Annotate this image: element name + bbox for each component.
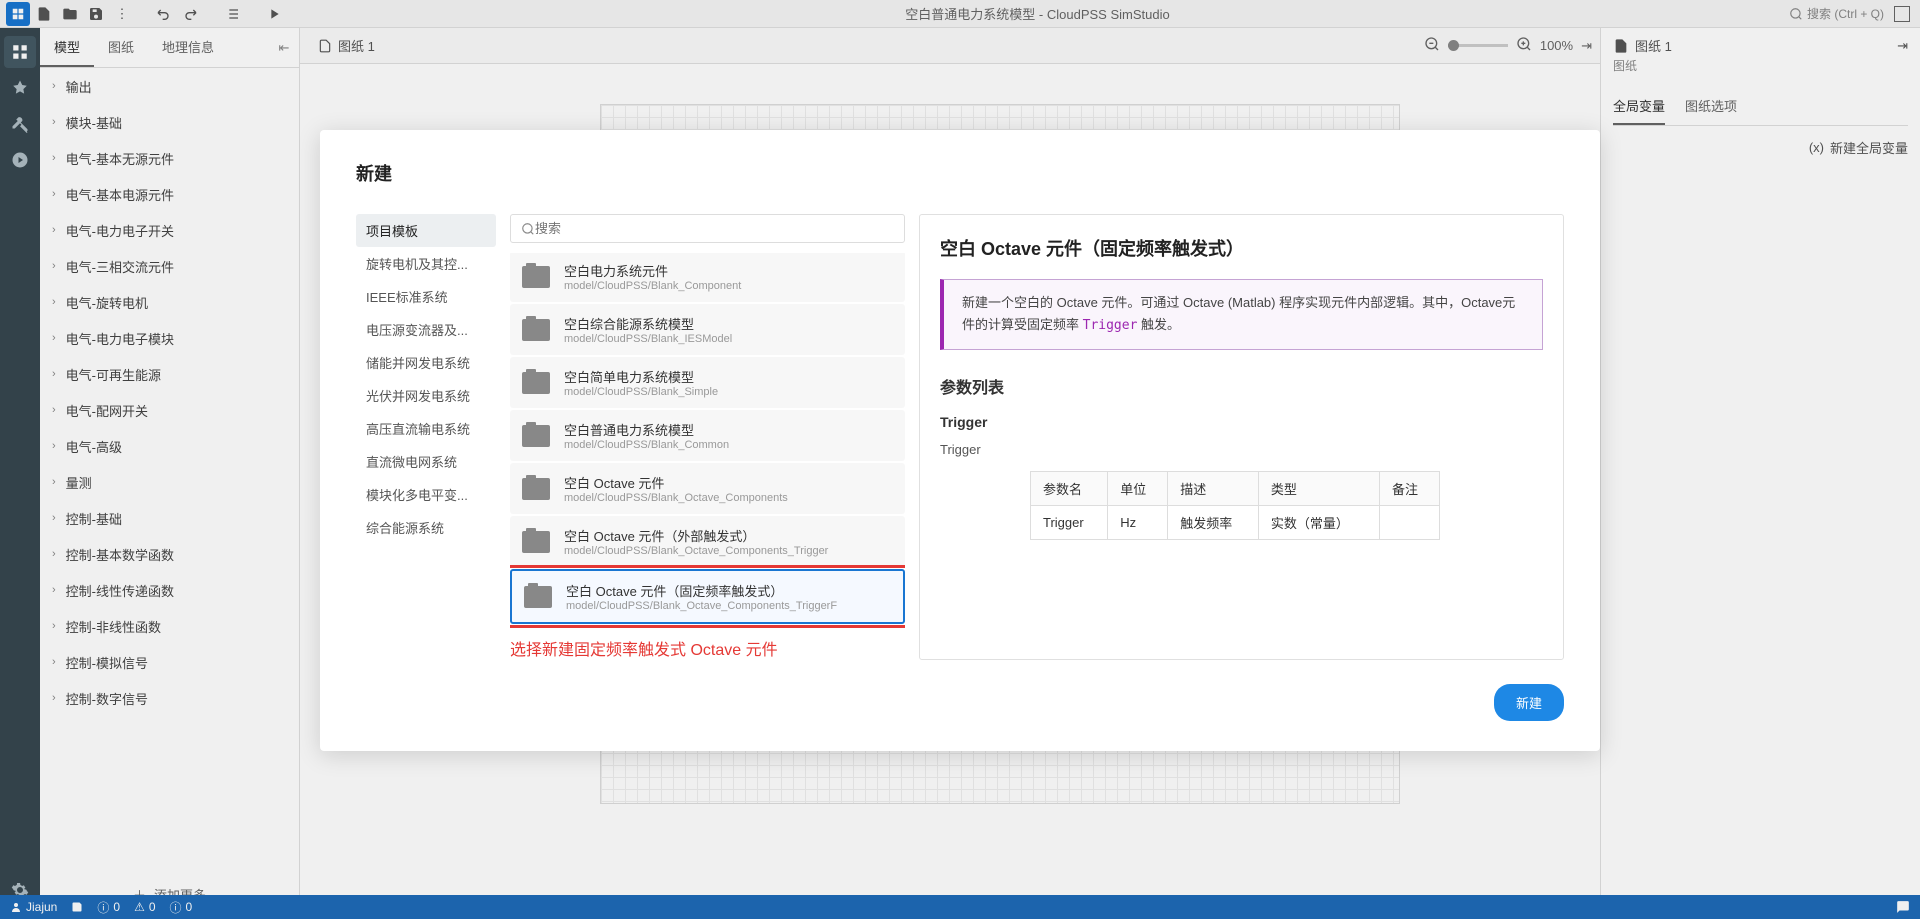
template-category[interactable]: 高压直流输电系统	[356, 412, 496, 445]
template-item[interactable]: 空白普通电力系统模型model/CloudPSS/Blank_Common	[510, 410, 905, 461]
template-category[interactable]: 旋转电机及其控...	[356, 247, 496, 280]
briefcase-icon	[522, 425, 550, 447]
modal-overlay[interactable]: 新建 项目模板旋转电机及其控...IEEE标准系统电压源变流器及...储能并网发…	[0, 0, 1920, 919]
template-category-list: 项目模板旋转电机及其控...IEEE标准系统电压源变流器及...储能并网发电系统…	[356, 214, 496, 660]
detail-note: 新建一个空白的 Octave 元件。可通过 Octave (Matlab) 程序…	[940, 279, 1543, 350]
template-category[interactable]: 模块化多电平变...	[356, 478, 496, 511]
confirm-new-button[interactable]: 新建	[1494, 684, 1564, 721]
briefcase-icon	[522, 266, 550, 288]
template-item[interactable]: 空白电力系统元件model/CloudPSS/Blank_Component	[510, 253, 905, 302]
template-item[interactable]: 空白简单电力系统模型model/CloudPSS/Blank_Simple	[510, 357, 905, 408]
template-item[interactable]: 空白综合能源系统模型model/CloudPSS/Blank_IESModel	[510, 304, 905, 355]
briefcase-icon	[524, 586, 552, 608]
modal-title: 新建	[356, 160, 1564, 186]
detail-title: 空白 Octave 元件（固定频率触发式）	[940, 235, 1543, 261]
template-category[interactable]: 综合能源系统	[356, 511, 496, 544]
template-category[interactable]: 项目模板	[356, 214, 496, 247]
new-dialog: 新建 项目模板旋转电机及其控...IEEE标准系统电压源变流器及...储能并网发…	[320, 130, 1600, 751]
template-category[interactable]: 光伏并网发电系统	[356, 379, 496, 412]
annotation-text: 选择新建固定频率触发式 Octave 元件	[510, 636, 905, 660]
detail-param-label: Trigger	[940, 442, 1543, 457]
briefcase-icon	[522, 478, 550, 500]
template-search[interactable]	[510, 214, 905, 243]
param-table: 参数名单位描述类型备注 TriggerHz触发频率实数（常量）	[1030, 471, 1440, 540]
briefcase-icon	[522, 531, 550, 553]
detail-section-params: 参数列表	[940, 374, 1543, 398]
template-item[interactable]: 空白 Octave 元件model/CloudPSS/Blank_Octave_…	[510, 463, 905, 514]
template-category[interactable]: 储能并网发电系统	[356, 346, 496, 379]
template-category[interactable]: 直流微电网系统	[356, 445, 496, 478]
detail-param-group: Trigger	[940, 414, 1543, 430]
briefcase-icon	[522, 319, 550, 341]
template-detail: 空白 Octave 元件（固定频率触发式） 新建一个空白的 Octave 元件。…	[919, 214, 1564, 660]
briefcase-icon	[522, 372, 550, 394]
template-item[interactable]: 空白 Octave 元件（固定频率触发式）model/CloudPSS/Blan…	[510, 569, 905, 624]
template-category[interactable]: 电压源变流器及...	[356, 313, 496, 346]
template-category[interactable]: IEEE标准系统	[356, 280, 496, 313]
template-list: 空白电力系统元件model/CloudPSS/Blank_Component空白…	[510, 253, 905, 628]
template-item[interactable]: 空白 Octave 元件（外部触发式）model/CloudPSS/Blank_…	[510, 516, 905, 567]
template-search-input[interactable]	[535, 221, 894, 236]
